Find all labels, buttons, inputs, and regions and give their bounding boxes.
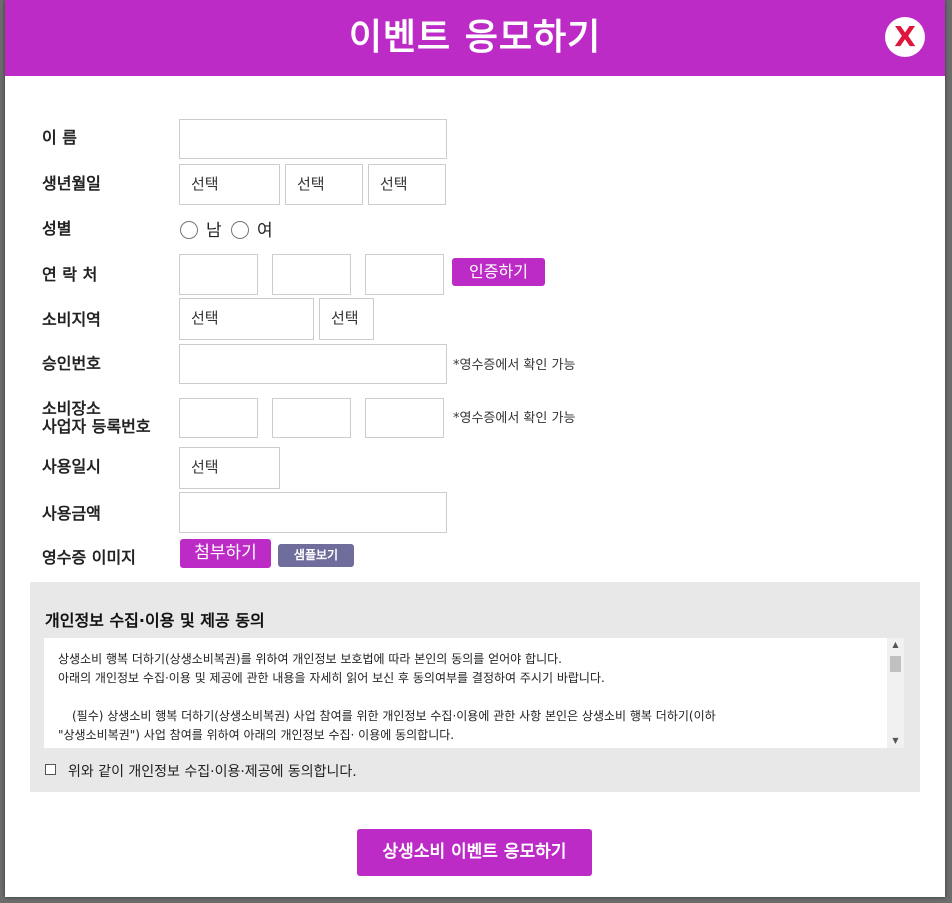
gender-female-label: 여 [257,221,273,241]
phone-part3-input[interactable] [365,254,444,295]
birth-month-select[interactable]: 선택 [285,164,363,205]
business-number-part1-input[interactable] [179,398,258,438]
approval-note: *영수증에서 확인 가능 [453,358,576,373]
contact-label: 연 락 처 [42,265,98,284]
consent-line: 상생소비 행복 더하기(상생소비복권)를 위하여 개인정보 보호법에 따라 본인… [58,652,562,666]
consent-text: 상생소비 행복 더하기(상생소비복권)를 위하여 개인정보 보호법에 따라 본인… [58,650,878,745]
approval-label: 승인번호 [42,354,101,373]
consent-title: 개인정보 수집·이용 및 제공 동의 [45,611,265,630]
close-button[interactable]: X [885,17,925,57]
gender-male-radio[interactable] [180,221,198,239]
region-label: 소비지역 [42,310,101,329]
event-entry-modal: 이벤트 응모하기 X 이 름 생년월일 선택 선택 선택 성별 남 여 연 락 … [5,0,945,897]
phone-part1-input[interactable] [179,254,258,295]
verify-button[interactable]: 인증하기 [452,258,545,286]
sample-button[interactable]: 샘플보기 [278,544,354,567]
agree-label: 위와 같이 개인정보 수집·이용·제공에 동의합니다. [68,764,357,780]
business-label-line1: 소비장소 [42,399,101,418]
gender-male-label: 남 [206,221,222,241]
consent-spacer [58,688,878,707]
consent-line: 아래의 개인정보 수집·이용 및 제공에 관한 내용을 자세히 읽어 보신 후 … [58,671,605,685]
usage-date-select[interactable]: 선택 [179,447,280,489]
submit-entry-button[interactable]: 상생소비 이벤트 응모하기 [357,829,592,876]
consent-line: (필수) 상생소비 행복 더하기(상생소비복권) 사업 참여를 위한 개인정보 … [72,709,716,723]
business-label-line2: 사업자 등록번호 [42,417,151,436]
name-label: 이 름 [42,128,78,147]
receipt-label: 영수증 이미지 [42,548,136,567]
modal-title: 이벤트 응모하기 [348,17,602,58]
business-number-part2-input[interactable] [272,398,351,438]
amount-label: 사용금액 [42,504,101,523]
birth-label: 생년월일 [42,174,101,193]
attach-button[interactable]: 첨부하기 [180,539,271,568]
consent-scrollbar[interactable]: ▲ ▼ [887,638,904,748]
agree-checkbox[interactable] [45,764,56,775]
amount-input[interactable] [179,492,447,533]
scroll-up-icon[interactable]: ▲ [887,638,904,652]
gender-female-radio[interactable] [231,221,249,239]
scroll-thumb[interactable] [890,656,901,672]
birth-year-select[interactable]: 선택 [179,164,280,205]
modal-header: 이벤트 응모하기 X [5,0,945,76]
usage-date-label: 사용일시 [42,457,101,476]
phone-part2-input[interactable] [272,254,351,295]
business-note: *영수증에서 확인 가능 [453,411,576,426]
business-number-part3-input[interactable] [365,398,444,438]
name-input[interactable] [179,119,447,159]
scroll-down-icon[interactable]: ▼ [887,734,904,748]
region-city-select[interactable]: 선택 [179,298,314,340]
consent-textbox[interactable]: 상생소비 행복 더하기(상생소비복권)를 위하여 개인정보 보호법에 따라 본인… [44,638,904,748]
gender-label: 성별 [42,219,72,238]
consent-line: "상생소비복권") 사업 참여를 위하여 아래의 개인정보 수집· 이용에 동의… [58,728,455,742]
region-district-select[interactable]: 선택 [319,298,374,340]
approval-number-input[interactable] [179,344,447,384]
birth-day-select[interactable]: 선택 [368,164,446,205]
consent-section: 개인정보 수집·이용 및 제공 동의 상생소비 행복 더하기(상생소비복권)를 … [30,582,920,792]
